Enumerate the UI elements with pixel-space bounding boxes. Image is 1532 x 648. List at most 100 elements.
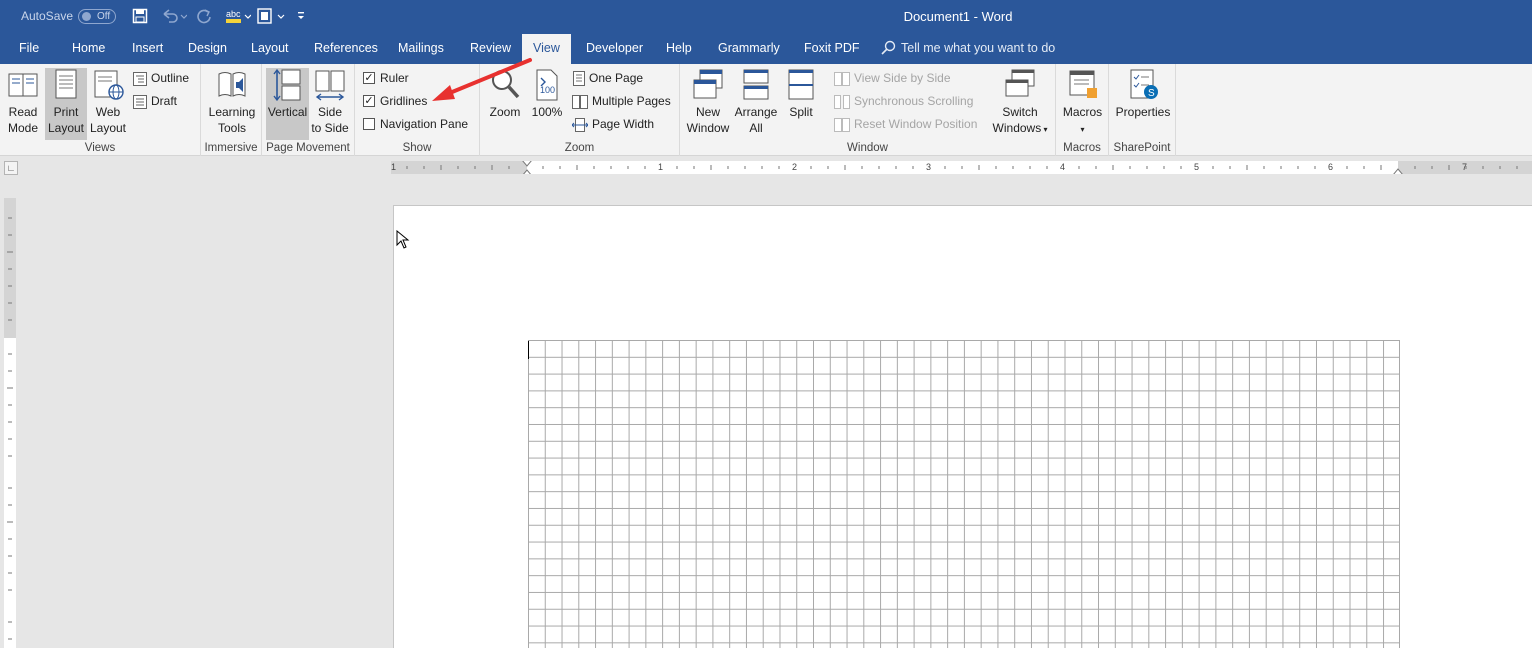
document-title: Document1 - Word (903, 9, 1013, 24)
lightbulb-search-icon[interactable] (880, 40, 896, 56)
draft-icon (133, 94, 147, 109)
ruler-number: 7 (1462, 162, 1468, 172)
annotation-arrow-icon (432, 58, 532, 101)
ruler-ticks (406, 161, 1518, 174)
document-gridlines (528, 340, 1400, 648)
window-group-label: Window (847, 142, 888, 154)
svg-text:100: 100 (540, 85, 555, 95)
mouse-pointer-icon (396, 230, 410, 249)
split-label: Split (789, 105, 813, 119)
draft-label: Draft (151, 94, 178, 108)
switch-windows-label-1: Switch (1002, 105, 1038, 119)
learning-tools-button[interactable]: Learning Tools (205, 68, 259, 136)
tab-layout[interactable]: Layout (251, 41, 289, 55)
title-bar: AutoSave Off abc Document1 - Word (0, 0, 1532, 34)
ruler-number: 1 (658, 162, 664, 172)
tab-foxit-pdf[interactable]: Foxit PDF (804, 41, 860, 55)
one-page-icon (573, 71, 585, 87)
split-button[interactable]: Split (782, 68, 820, 120)
one-page-button[interactable]: One Page (573, 68, 643, 88)
reset-window-position-icon (834, 117, 850, 132)
tab-grammarly[interactable]: Grammarly (718, 41, 780, 55)
read-mode-icon (8, 73, 38, 97)
sharepoint-group: S Properties SharePoint (1109, 64, 1176, 156)
horizontal-ruler[interactable]: 1 1 2 3 4 5 6 7 (391, 161, 1532, 174)
arrange-all-label-1: Arrange (734, 105, 778, 119)
vertical-scroll-icon (272, 68, 300, 102)
switch-windows-icon (1005, 69, 1035, 97)
ruler-check-icon: ✓ (363, 71, 375, 84)
print-layout-button[interactable]: Print Layout (45, 68, 87, 140)
properties-button[interactable]: S Properties (1113, 68, 1173, 120)
vertical-label: Vertical (267, 105, 308, 119)
arrange-all-button[interactable]: Arrange All (733, 68, 779, 136)
ruler-number: 3 (926, 162, 932, 172)
split-icon (788, 69, 814, 100)
synchronous-scrolling-button[interactable]: Synchronous Scrolling (834, 91, 973, 111)
ruler-number: 6 (1328, 162, 1334, 172)
macros-icon (1069, 70, 1097, 98)
ribbon-tabs: File Home Insert Design Layout Reference… (0, 34, 1532, 64)
outline-icon (133, 71, 147, 86)
navigation-pane-checkbox[interactable]: Navigation Pane (363, 114, 468, 134)
tab-mailings[interactable]: Mailings (398, 41, 444, 55)
vertical-ruler[interactable] (4, 198, 16, 648)
side-to-side-label-1: Side (317, 105, 343, 119)
side-to-side-icon (315, 70, 345, 101)
outline-button[interactable]: Outline (133, 68, 189, 88)
tab-references[interactable]: References (314, 41, 378, 55)
side-to-side-button[interactable]: Side to Side (310, 68, 350, 136)
new-window-label-1: New (695, 105, 720, 119)
tab-help[interactable]: Help (666, 41, 692, 55)
page-width-label: Page Width (592, 117, 655, 131)
new-window-icon (693, 69, 723, 99)
new-window-button[interactable]: New Window (685, 68, 731, 136)
ruler-number: 2 (792, 162, 798, 172)
page-movement-group-label: Page Movement (266, 142, 350, 154)
print-layout-label-1: Print (53, 105, 79, 119)
switch-windows-button[interactable]: Switch Windows ▾ (988, 68, 1052, 138)
ruler-number: 1 (391, 162, 397, 172)
immersive-group: Learning Tools Immersive (201, 64, 262, 156)
page-width-icon (572, 117, 588, 132)
properties-label: Properties (1115, 105, 1171, 119)
views-group-label: Views (84, 142, 116, 154)
view-side-by-side-button[interactable]: View Side by Side (834, 68, 951, 88)
read-mode-button[interactable]: Read Mode (2, 68, 44, 136)
reset-window-position-label: Reset Window Position (854, 117, 978, 131)
multiple-pages-icon (572, 94, 588, 109)
gridlines-checkbox[interactable]: ✓ Gridlines (363, 91, 427, 111)
page-width-button[interactable]: Page Width (572, 114, 654, 134)
zoom-100-label: 100% (531, 105, 563, 119)
view-side-by-side-icon (834, 71, 850, 86)
tab-selector-icon[interactable]: ∟ (4, 161, 18, 175)
ruler-number: 5 (1194, 162, 1200, 172)
tab-design[interactable]: Design (188, 41, 227, 55)
tab-developer[interactable]: Developer (586, 41, 643, 55)
learning-tools-icon (218, 72, 246, 97)
tab-review[interactable]: Review (470, 41, 511, 55)
tab-insert[interactable]: Insert (132, 41, 163, 55)
switch-windows-dropdown-icon: ▾ (1041, 125, 1048, 134)
ruler-area: ∟ 1 1 2 3 4 5 6 7 (0, 156, 1532, 178)
properties-icon: S (1130, 69, 1158, 99)
tab-file[interactable]: File (19, 41, 39, 55)
read-mode-label-1: Read (8, 105, 38, 119)
learning-tools-label-2: Tools (217, 121, 246, 135)
svg-text:S: S (1148, 88, 1155, 99)
zoom-label: Zoom (489, 105, 521, 119)
multiple-pages-button[interactable]: Multiple Pages (572, 91, 671, 111)
vertical-button[interactable]: Vertical (266, 68, 309, 140)
web-layout-icon (94, 70, 124, 100)
draft-button[interactable]: Draft (133, 91, 177, 111)
switch-windows-label-2: Windows (992, 121, 1042, 135)
ruler-checkbox[interactable]: ✓ Ruler (363, 68, 409, 88)
document-page[interactable] (393, 205, 1532, 648)
synchronous-scrolling-icon (834, 94, 850, 109)
tell-me-search[interactable]: Tell me what you want to do (901, 41, 1055, 55)
macros-button[interactable]: Macros ▾ (1060, 68, 1105, 138)
vertical-ruler-ticks (7, 217, 13, 640)
tab-home[interactable]: Home (72, 41, 105, 55)
reset-window-position-button[interactable]: Reset Window Position (834, 114, 977, 134)
web-layout-button[interactable]: Web Layout (88, 68, 128, 136)
